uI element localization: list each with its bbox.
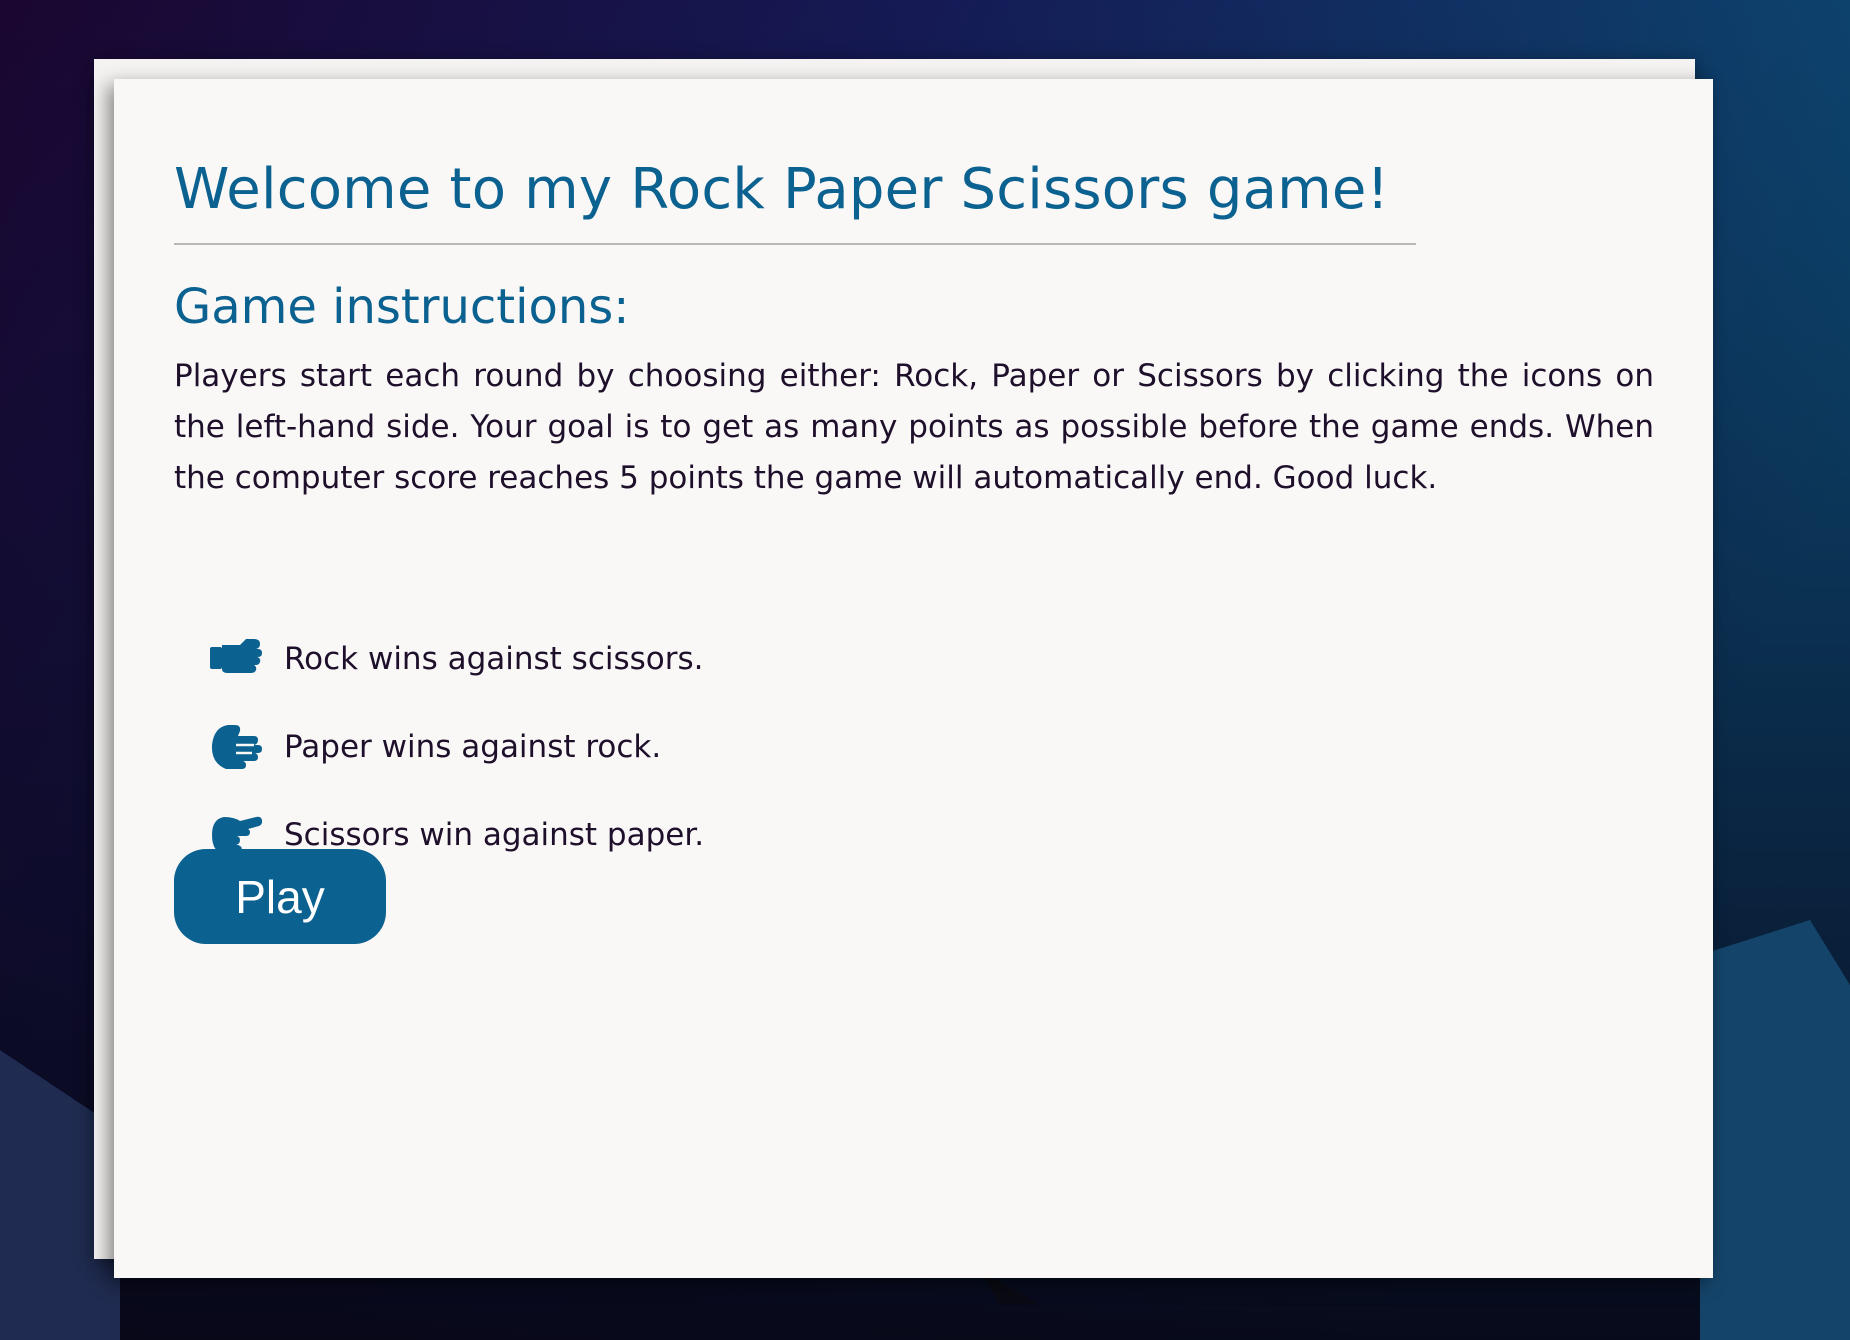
instructions-heading: Game instructions:: [174, 279, 630, 335]
rules-list: Rock wins against scissors. Paper wins a…: [208, 615, 704, 879]
rule-text-scissors: Scissors win against paper.: [284, 817, 705, 853]
title-divider: [174, 243, 1416, 245]
hand-rock-icon: [208, 631, 264, 687]
rule-text-rock: Rock wins against scissors.: [284, 641, 704, 677]
instructions-text: Players start each round by choosing eit…: [174, 358, 1654, 496]
hand-paper-icon: [208, 719, 264, 775]
rule-item-rock: Rock wins against scissors.: [208, 615, 704, 703]
play-button[interactable]: Play: [174, 849, 386, 944]
page-title: Welcome to my Rock Paper Scissors game!: [174, 157, 1390, 222]
rule-text-paper: Paper wins against rock.: [284, 729, 662, 765]
rule-item-paper: Paper wins against rock.: [208, 703, 704, 791]
instructions-card: Welcome to my Rock Paper Scissors game! …: [114, 79, 1713, 1278]
